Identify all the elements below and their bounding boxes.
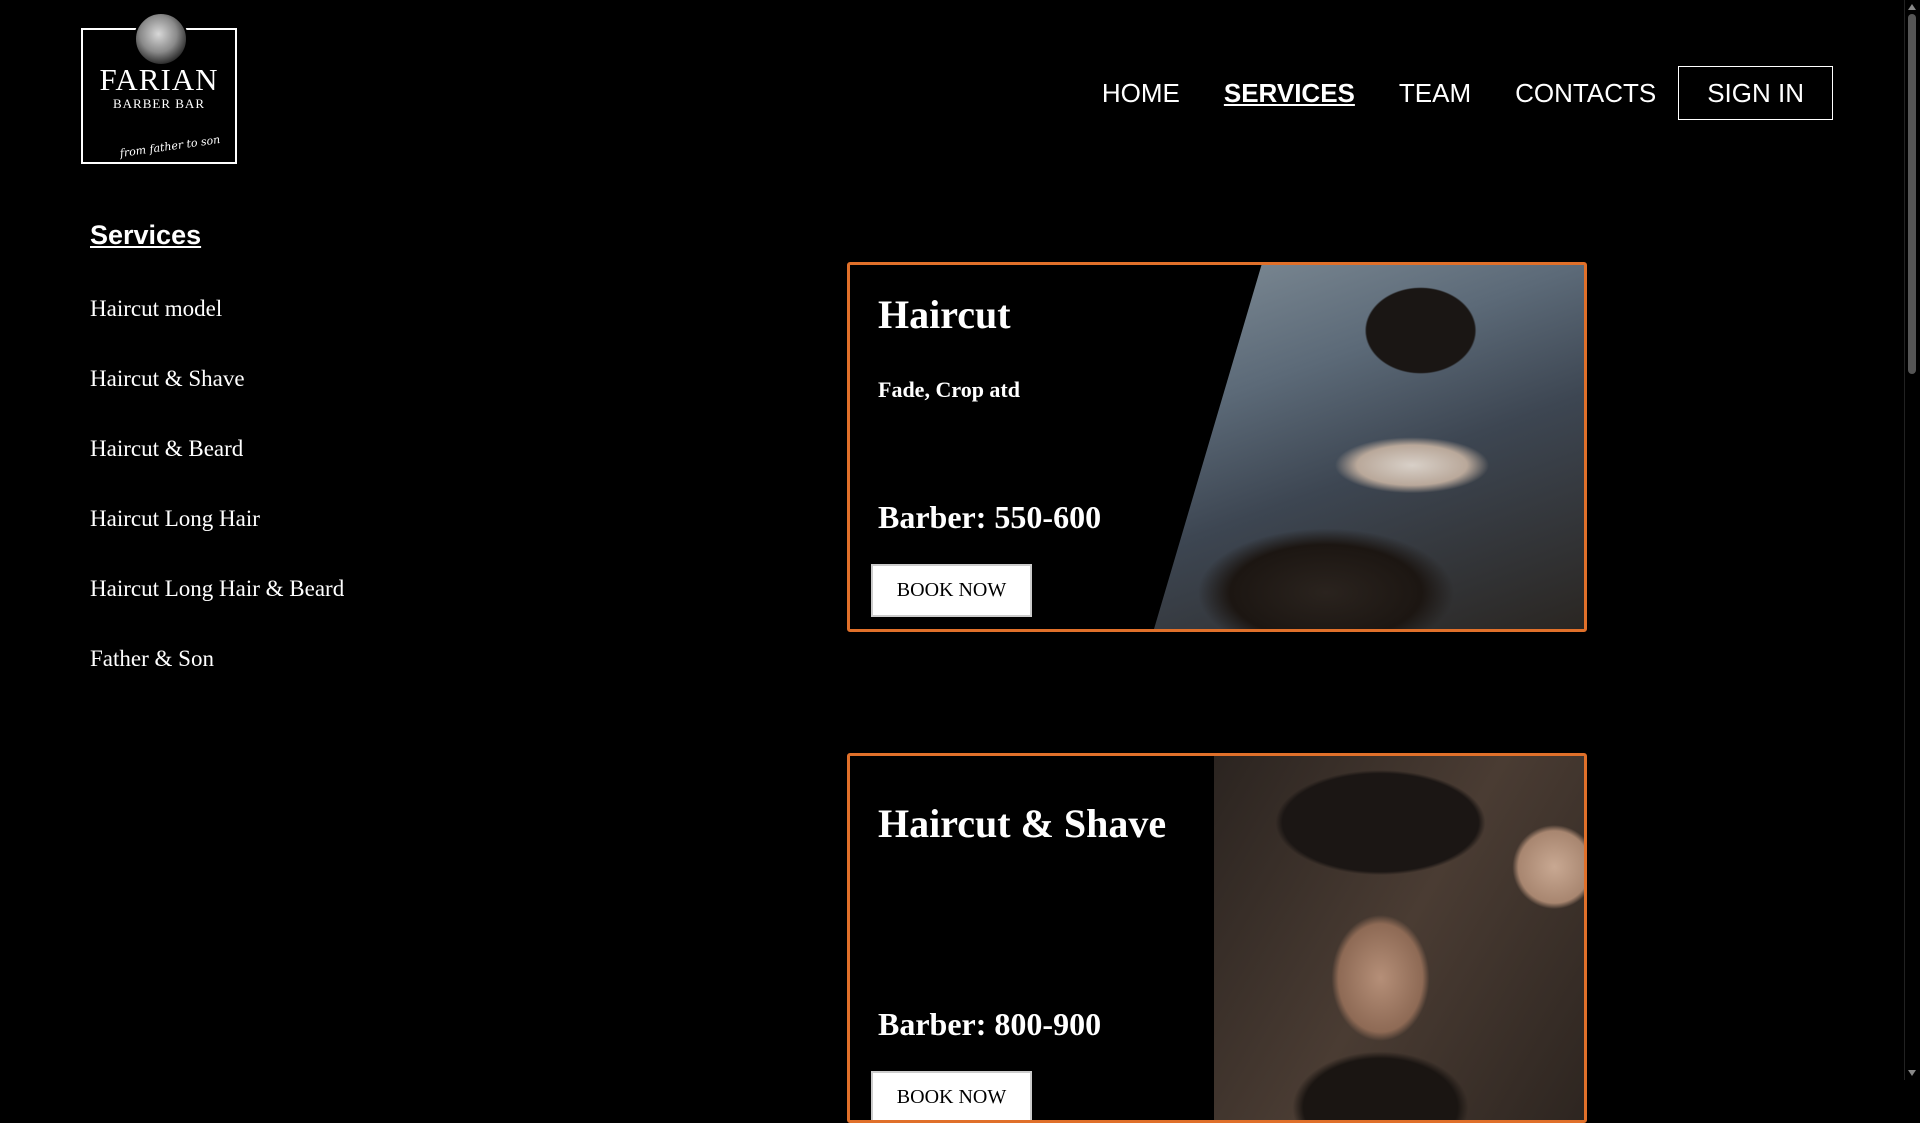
sidebar-item-haircut-shave[interactable]: Haircut & Shave [90, 361, 344, 431]
main-nav: HOME SERVICES TEAM CONTACTS SIGN IN [1058, 66, 1833, 120]
nav-team[interactable]: TEAM [1399, 66, 1471, 120]
card-description: Fade, Crop atd [878, 377, 1020, 402]
barber-cutting-hair-photo [1154, 265, 1584, 629]
nav-services[interactable]: SERVICES [1224, 66, 1355, 120]
sidebar-item-haircut-long-hair-beard[interactable]: Haircut Long Hair & Beard [90, 571, 344, 641]
brand-logo[interactable]: FARIAN BARBER BAR from father to son [81, 12, 241, 168]
sidebar-item-haircut-beard[interactable]: Haircut & Beard [90, 431, 344, 501]
sign-in-button[interactable]: SIGN IN [1678, 66, 1833, 120]
service-card-haircut-shave: Haircut & Shave Barber: 800-900 BOOK NOW [847, 753, 1587, 1123]
sidebar-service-list: Haircut model Haircut & Shave Haircut & … [90, 291, 344, 711]
card-price: Barber: 800-900 [878, 1006, 1102, 1042]
logo-subtitle: BARBER BAR [113, 96, 205, 111]
service-card-haircut: Haircut Fade, Crop atd Barber: 550-600 B… [847, 262, 1587, 632]
book-now-button[interactable]: BOOK NOW [871, 1071, 1032, 1120]
book-now-button[interactable]: BOOK NOW [871, 564, 1032, 617]
sidebar-title[interactable]: Services [90, 220, 201, 251]
scroll-thumb[interactable] [1908, 14, 1916, 374]
sidebar-item-haircut-model[interactable]: Haircut model [90, 291, 344, 361]
scroll-down-arrow-icon[interactable] [1908, 1070, 1916, 1076]
card-title: Haircut [878, 292, 1011, 337]
nav-home[interactable]: HOME [1102, 66, 1180, 120]
scroll-up-arrow-icon[interactable] [1908, 4, 1916, 10]
logo-name: FARIAN [99, 62, 219, 97]
nav-contacts[interactable]: CONTACTS [1515, 66, 1656, 120]
barber-emblem-icon [134, 12, 188, 66]
page-scrollbar[interactable] [1904, 0, 1920, 1080]
sidebar-item-haircut-long-hair[interactable]: Haircut Long Hair [90, 501, 344, 571]
bearded-man-portrait-photo [1214, 756, 1584, 1120]
card-title: Haircut & Shave [878, 801, 1167, 846]
sidebar-item-father-son[interactable]: Father & Son [90, 641, 344, 711]
card-price: Barber: 550-600 [878, 499, 1102, 535]
